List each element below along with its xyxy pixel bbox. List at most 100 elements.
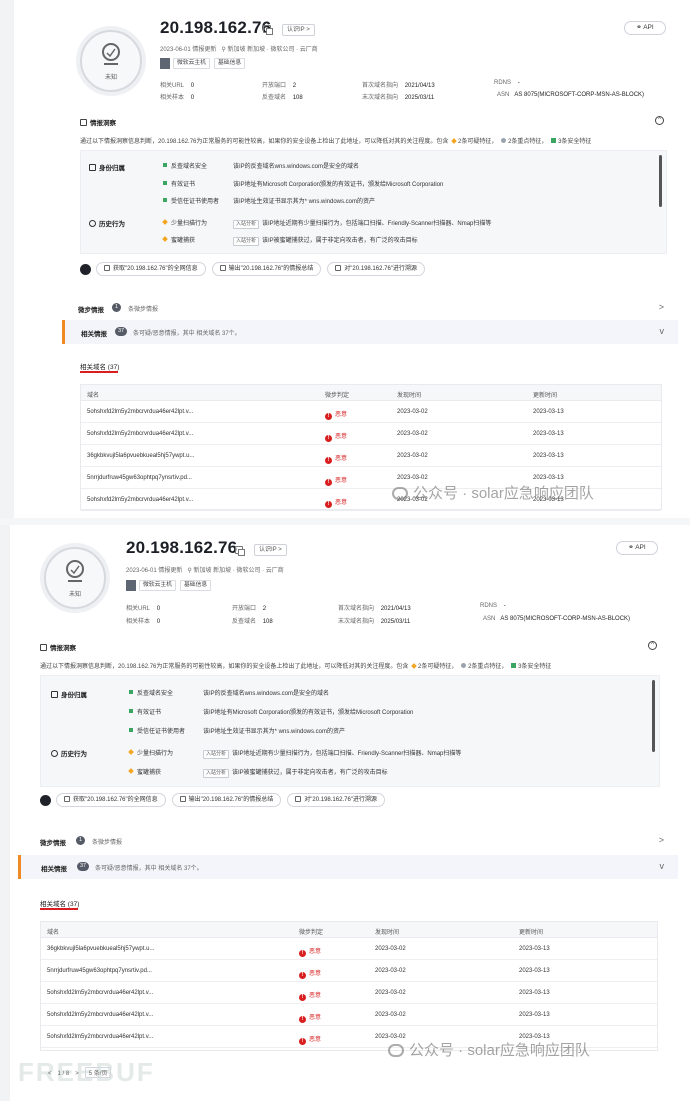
history-icon bbox=[89, 220, 96, 227]
location-text: 新加坡 新加坡 · 微软公司 · 云厂商 bbox=[193, 568, 284, 574]
col-updated[interactable]: 更新时间 bbox=[533, 390, 557, 399]
table-row[interactable]: 5ohshxfd2lm5y2mbcrvrdua46er42lpt.v...! 恶意… bbox=[41, 1004, 657, 1026]
strip-title: 相关情报 bbox=[41, 866, 67, 873]
alert-icon: ! bbox=[325, 457, 332, 464]
tab-related-domains[interactable]: 相关域名 (37) bbox=[80, 361, 119, 373]
domain-cell[interactable]: 5ohshxfd2lm5y2mbcrvrdua46er42lpt.v... bbox=[47, 990, 153, 996]
verdict-cell: ! 恶意 bbox=[325, 431, 347, 442]
updated-cell: 2023-03-13 bbox=[519, 946, 550, 952]
intel-scrollbar[interactable] bbox=[652, 680, 655, 752]
id-card-icon bbox=[89, 164, 96, 171]
col-found[interactable]: 发现时间 bbox=[375, 927, 399, 936]
verdict-label: 恶意 bbox=[309, 971, 322, 977]
domain-cell[interactable]: 5ohshxfd2lm5y2mbcrvrdua46er42lpt.v... bbox=[87, 409, 193, 415]
table-row[interactable]: 5nrrjdurfruw45gw63ophtpq7ynsrtiv.pd... ! 恶… bbox=[41, 960, 657, 982]
identify-ip-button[interactable]: 认识IP > bbox=[254, 544, 287, 556]
api-button[interactable]: ⚭ API bbox=[616, 541, 658, 555]
domain-cell[interactable]: 5nrrjdurfruw45gw63ophtpq7ynsrtiv.pd... bbox=[87, 475, 192, 481]
found-cell: 2023-03-02 bbox=[397, 475, 428, 481]
stat-rdns: RDNS - bbox=[494, 80, 520, 86]
strip-text: 条微步情报 bbox=[128, 307, 159, 313]
related-intel-strip[interactable]: 相关情报 37 条可疑/恶意情报，其中 相关域名 37个。 v bbox=[18, 855, 678, 879]
col-domain[interactable]: 域名 bbox=[47, 927, 59, 936]
col-updated[interactable]: 更新时间 bbox=[519, 927, 543, 936]
page-size-select[interactable]: 5 条/页 bbox=[84, 1067, 112, 1078]
insight-summary: 通过以下情报洞察信息判断，20.198.162.76为正常服务的可能性较高，如果… bbox=[80, 138, 592, 145]
verdict-cell: ! 恶意 bbox=[299, 1034, 321, 1045]
domain-cell[interactable]: 5ohshxfd2lm5y2mbcrvrdua46er42lpt.v... bbox=[47, 1012, 153, 1018]
panel-separator bbox=[0, 518, 690, 525]
col-verdict[interactable]: 微步判定 bbox=[299, 927, 323, 936]
weibu-intel-strip[interactable]: 微步情报 1 条微步情报 > bbox=[62, 296, 678, 320]
get-full-info-button[interactable]: 获取"20.198.162.76"的全网信息 bbox=[56, 793, 166, 807]
pagination: <1 / 8 >5 条/页 bbox=[48, 1067, 117, 1078]
intel-scrollbar[interactable] bbox=[659, 155, 662, 207]
summary-button[interactable]: 输出"20.198.162.76"的情报总结 bbox=[211, 262, 322, 276]
table-row[interactable]: 36gkbkvujl5la6pvuebkueal5hj57ywpt.u...! 恶… bbox=[81, 445, 661, 467]
stat-related-samples: 相关样本 0 bbox=[160, 95, 195, 101]
tag-cloud-host[interactable]: 微软云主机 bbox=[173, 58, 210, 69]
update-time: 2023-06-01 情报更新 bbox=[126, 568, 183, 574]
tab-related-domains[interactable]: 相关域名 (37) bbox=[40, 898, 79, 910]
found-cell: 2023-03-02 bbox=[397, 431, 428, 437]
verdict-cell: ! 恶意 bbox=[299, 968, 321, 979]
table-row[interactable]: 5ohshxfd2lm5y2mbcrvrdua46er42lpt.v...! 恶意… bbox=[41, 982, 657, 1004]
safe-mark-icon bbox=[129, 709, 133, 713]
doubt-marker-icon bbox=[451, 138, 457, 144]
tag-basic-info[interactable]: 基础信息 bbox=[180, 580, 212, 591]
tag-cloud-host[interactable]: 微软云主机 bbox=[139, 580, 176, 591]
collapse-insight-button[interactable]: ^ bbox=[648, 641, 657, 650]
domain-cell[interactable]: 36gkbkvujl5la6pvuebkueal5hj57ywpt.u... bbox=[47, 946, 154, 952]
inbound-pill: 入站分析 bbox=[233, 220, 260, 229]
identify-ip-button[interactable]: 认识IP > bbox=[282, 24, 315, 36]
count-badge: 37 bbox=[115, 327, 128, 336]
trace-button[interactable]: 对"20.198.162.76"进行溯源 bbox=[287, 793, 385, 807]
intel-row-desc: 该IP地址有Microsoft Corporation颁发的有效证书，颁发给Mi… bbox=[233, 182, 444, 188]
copy-icon[interactable] bbox=[263, 25, 273, 35]
get-full-info-button[interactable]: 获取"20.198.162.76"的全网信息 bbox=[96, 262, 206, 276]
prev-page-button[interactable]: < bbox=[48, 1071, 52, 1077]
related-intel-strip[interactable]: 相关情报 37 条可疑/恶意情报，其中 相关域名 37个。 v bbox=[62, 320, 678, 344]
domain-cell[interactable]: 36gkbkvujl5la6pvuebkueal5hj57ywpt.u... bbox=[87, 453, 194, 459]
verdict-label: 恶意 bbox=[309, 993, 322, 999]
inbound-pill: 入站分析 bbox=[203, 769, 230, 778]
col-found[interactable]: 发现时间 bbox=[397, 390, 421, 399]
alert-icon: ! bbox=[325, 479, 332, 486]
weibu-intel-strip[interactable]: 微步情报 1 条微步情报 > bbox=[24, 829, 678, 853]
trace-button[interactable]: 对"20.198.162.76"进行溯源 bbox=[327, 262, 425, 276]
next-page-button[interactable]: > bbox=[75, 1071, 79, 1077]
neutral-marker-icon bbox=[501, 138, 507, 143]
screenshot-panel-bottom: 未知 20.198.162.76 认识IP > ⚭ API 2023-06-01… bbox=[0, 525, 690, 1101]
action-row: 获取"20.198.162.76"的全网信息 输出"20.198.162.76"的… bbox=[80, 262, 431, 276]
copy-icon[interactable] bbox=[235, 546, 245, 556]
stat-open-ports: 开放端口 2 bbox=[262, 83, 297, 89]
intel-row-name: 少量扫描行为 bbox=[162, 218, 207, 227]
domain-cell[interactable]: 5ohshxfd2lm5y2mbcrvrdua46er42lpt.v... bbox=[87, 497, 193, 503]
table-row[interactable]: 5ohshxfd2lm5y2mbcrvrdua46er42lpt.v...! 恶意… bbox=[81, 401, 661, 423]
collapse-insight-button[interactable]: ^ bbox=[655, 116, 664, 125]
table-header: 域名 微步判定 发现时间 更新时间 bbox=[41, 922, 657, 938]
safe-mark-icon bbox=[163, 163, 167, 167]
intel-row-desc: 入站分析 该IP被蜜罐捕获过，属于非定向攻击者，有广泛的攻击目标 bbox=[233, 235, 418, 246]
summary-button[interactable]: 输出"20.198.162.76"的情报总结 bbox=[171, 793, 282, 807]
tag-basic-info[interactable]: 基础信息 bbox=[214, 58, 246, 69]
doubt-mark-icon bbox=[128, 768, 134, 774]
trace-icon bbox=[295, 796, 302, 802]
domain-cell[interactable]: 5ohshxfd2lm5y2mbcrvrdua46er42lpt.v... bbox=[87, 431, 193, 437]
assistant-icon bbox=[40, 794, 51, 806]
col-verdict[interactable]: 微步判定 bbox=[325, 390, 349, 399]
table-row[interactable]: 36gkbkvujl5la6pvuebkueal5hj57ywpt.u...! 恶… bbox=[41, 938, 657, 960]
col-domain[interactable]: 域名 bbox=[87, 390, 99, 399]
count-badge: 1 bbox=[76, 836, 86, 845]
strip-text: 条可疑/恶意情报，其中 相关域名 37个。 bbox=[95, 866, 203, 872]
domain-cell[interactable]: 5nrrjdurfruw45gw63ophtpq7ynsrtiv.pd... bbox=[47, 968, 152, 974]
domain-cell[interactable]: 5ohshxfd2lm5y2mbcrvrdua46er42lpt.v... bbox=[47, 1034, 153, 1040]
updated-cell: 2023-03-13 bbox=[519, 1012, 550, 1018]
verdict-label: 恶意 bbox=[335, 412, 348, 418]
verdict-label: 恶意 bbox=[335, 434, 348, 440]
table-row[interactable]: 5ohshxfd2lm5y2mbcrvrdua46er42lpt.v... ! 恶意… bbox=[81, 423, 661, 445]
api-button[interactable]: ⚭ API bbox=[624, 21, 666, 35]
safe-mark-icon bbox=[129, 728, 133, 732]
chevron-right-icon: > bbox=[658, 835, 664, 845]
count-badge: 37 bbox=[77, 862, 90, 871]
